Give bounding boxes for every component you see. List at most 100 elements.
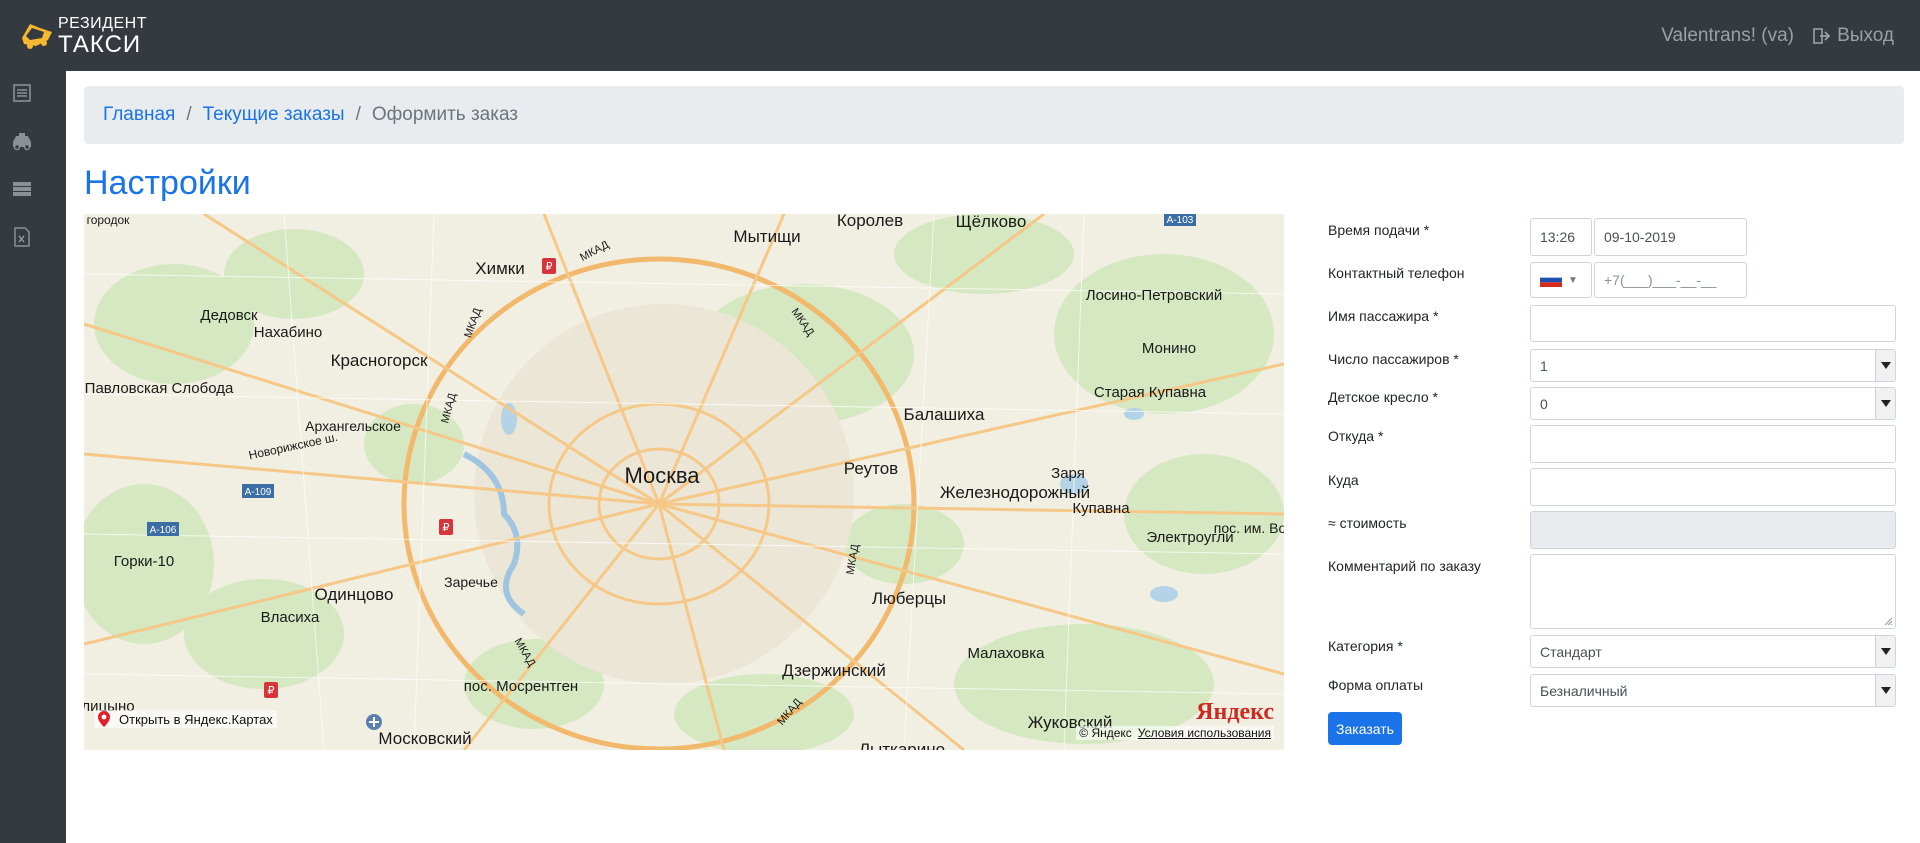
open-in-yandex-maps-label: Открыть в Яндекс.Картах bbox=[119, 711, 273, 727]
svg-text:Мытищи: Мытищи bbox=[733, 227, 800, 246]
comment-textarea[interactable] bbox=[1530, 554, 1896, 629]
child-seat-value: 0 bbox=[1540, 395, 1548, 412]
svg-text:Власиха: Власиха bbox=[261, 609, 320, 626]
brand-line1: РЕЗИДЕНТ bbox=[58, 15, 147, 32]
map-pin-icon bbox=[98, 711, 110, 727]
taxi-logo-icon bbox=[22, 24, 52, 49]
top-navbar: РЕЗИДЕНТ ТАКСИ Valentrans! (va) Выход bbox=[0, 0, 1920, 71]
payment-label: Форма оплаты bbox=[1328, 677, 1424, 693]
svg-text:Лосино-Петровский: Лосино-Петровский bbox=[1086, 287, 1223, 304]
yandex-map[interactable]: А-103 А-109 А-106 ₽ ₽ ₽ Москва Мытищи Ко… bbox=[84, 214, 1284, 750]
sidebar bbox=[0, 71, 66, 843]
svg-text:Старая Купавна: Старая Купавна bbox=[1094, 384, 1207, 401]
payment-select[interactable]: Безналичный bbox=[1530, 674, 1896, 707]
from-label: Откуда * bbox=[1328, 428, 1384, 444]
current-user[interactable]: Valentrans! (va) bbox=[1661, 25, 1794, 47]
chevron-down-icon bbox=[1875, 388, 1895, 419]
svg-text:Заря: Заря bbox=[1051, 465, 1085, 482]
payment-value: Безналичный bbox=[1540, 682, 1628, 699]
svg-text:Монино: Монино bbox=[1142, 340, 1196, 357]
terms-of-use-link[interactable]: Условия использования bbox=[1138, 726, 1271, 740]
category-select[interactable]: Стандарт bbox=[1530, 635, 1896, 668]
passenger-name-input[interactable] bbox=[1530, 305, 1896, 342]
svg-text:МКАД: МКАД bbox=[578, 239, 611, 264]
passengers-count-select[interactable]: 1 bbox=[1530, 349, 1896, 382]
copyright-text: © Яндекс bbox=[1079, 726, 1132, 740]
resize-handle-icon[interactable] bbox=[1884, 617, 1893, 626]
svg-text:Московский: Московский bbox=[378, 729, 471, 748]
svg-text:₽: ₽ bbox=[546, 261, 553, 273]
phone-placeholder: +7(___)___-__-__ bbox=[1604, 272, 1717, 288]
chevron-down-icon bbox=[1875, 636, 1895, 667]
server-icon[interactable] bbox=[10, 177, 34, 201]
breadcrumb-home-link[interactable]: Главная bbox=[103, 104, 175, 126]
svg-text:Химки: Химки bbox=[475, 259, 524, 278]
breadcrumb-current: Оформить заказ bbox=[371, 104, 519, 125]
pickup-date-value: 09-10-2019 bbox=[1604, 229, 1676, 245]
map-canvas[interactable]: А-103 А-109 А-106 ₽ ₽ ₽ Москва Мытищи Ко… bbox=[84, 214, 1284, 750]
logout-label: Выход bbox=[1837, 25, 1894, 46]
breadcrumb: Главная / Текущие заказы / Оформить зака… bbox=[84, 86, 1904, 144]
child-seat-label: Детское кресло * bbox=[1328, 389, 1438, 405]
taxi-icon[interactable] bbox=[10, 129, 34, 153]
excel-icon[interactable] bbox=[10, 225, 34, 249]
brand-logo[interactable]: РЕЗИДЕНТ ТАКСИ bbox=[18, 14, 148, 58]
cost-label: ≈ стоимость bbox=[1328, 515, 1407, 531]
svg-text:А-109: А-109 bbox=[245, 487, 272, 498]
svg-text:Щёлково: Щёлково bbox=[956, 214, 1027, 231]
category-label: Категория * bbox=[1328, 638, 1403, 654]
svg-text:Москва: Москва bbox=[624, 463, 700, 488]
cost-field bbox=[1530, 511, 1896, 549]
svg-text:пос. Мосрентген: пос. Мосрентген bbox=[464, 678, 578, 695]
brand-line2: ТАКСИ bbox=[58, 31, 142, 58]
open-in-yandex-maps-link[interactable]: Открыть в Яндекс.Картах bbox=[94, 710, 277, 728]
list-icon[interactable] bbox=[10, 81, 34, 105]
comment-label: Комментарий по заказу bbox=[1328, 558, 1481, 574]
phone-input[interactable]: +7(___)___-__-__ bbox=[1594, 262, 1747, 298]
pickup-time-value: 13:26 bbox=[1540, 229, 1576, 245]
svg-text:Дзержинский: Дзержинский bbox=[782, 661, 886, 680]
svg-text:пос. им. Во: пос. им. Во bbox=[1214, 520, 1284, 536]
svg-text:Реутов: Реутов bbox=[844, 459, 898, 478]
chevron-down-icon: ▼ bbox=[1568, 274, 1578, 286]
svg-text:Люберцы: Люберцы bbox=[872, 589, 946, 608]
submit-order-button[interactable]: Заказать bbox=[1328, 712, 1402, 745]
breadcrumb-separator: / bbox=[186, 104, 192, 125]
airport-icon bbox=[366, 714, 382, 730]
svg-text:Нахабино: Нахабино bbox=[254, 324, 322, 341]
breadcrumb-current-orders-link[interactable]: Текущие заказы bbox=[203, 104, 345, 126]
svg-text:Одинцово: Одинцово bbox=[315, 585, 394, 604]
svg-text:Королев: Королев bbox=[837, 214, 903, 230]
pickup-date-input[interactable]: 09-10-2019 bbox=[1594, 218, 1747, 256]
svg-text:₽: ₽ bbox=[443, 522, 450, 534]
child-seat-select[interactable]: 0 bbox=[1530, 387, 1896, 420]
passengers-count-label: Число пассажиров * bbox=[1328, 351, 1459, 367]
svg-text:Заречье: Заречье bbox=[444, 574, 498, 590]
svg-text:Павловская Слобода: Павловская Слобода bbox=[85, 380, 234, 397]
svg-text:Железнодорожный: Железнодорожный bbox=[940, 483, 1090, 502]
to-label: Куда bbox=[1328, 472, 1359, 488]
svg-text:Малаховка: Малаховка bbox=[968, 645, 1046, 662]
sign-out-icon bbox=[1813, 28, 1831, 44]
svg-text:МКАД: МКАД bbox=[462, 306, 484, 339]
logout-button[interactable]: Выход bbox=[1813, 25, 1894, 47]
chevron-down-icon bbox=[1875, 675, 1895, 706]
svg-text:Новорижское ш.: Новорижское ш. bbox=[247, 430, 339, 463]
svg-text:Красногорск: Красногорск bbox=[331, 351, 428, 370]
to-input[interactable] bbox=[1530, 468, 1896, 506]
breadcrumb-separator: / bbox=[355, 104, 361, 125]
svg-text:А-103: А-103 bbox=[1167, 215, 1194, 226]
svg-text:Дедовск: Дедовск bbox=[200, 307, 258, 324]
svg-text:А-106: А-106 bbox=[150, 525, 177, 536]
country-code-select[interactable]: ▼ bbox=[1530, 262, 1592, 298]
pickup-time-input[interactable]: 13:26 bbox=[1530, 218, 1592, 256]
phone-label: Контактный телефон bbox=[1328, 265, 1465, 281]
svg-text:Архангельское: Архангельское bbox=[305, 418, 401, 434]
pickup-time-label: Время подачи * bbox=[1328, 222, 1430, 238]
svg-text:₽: ₽ bbox=[268, 685, 275, 697]
page-title: Настройки bbox=[84, 164, 251, 202]
russian-flag-icon bbox=[1540, 273, 1562, 287]
svg-text:городок: городок bbox=[87, 214, 131, 227]
from-input[interactable] bbox=[1530, 425, 1896, 463]
svg-text:Балашиха: Балашиха bbox=[904, 405, 985, 424]
